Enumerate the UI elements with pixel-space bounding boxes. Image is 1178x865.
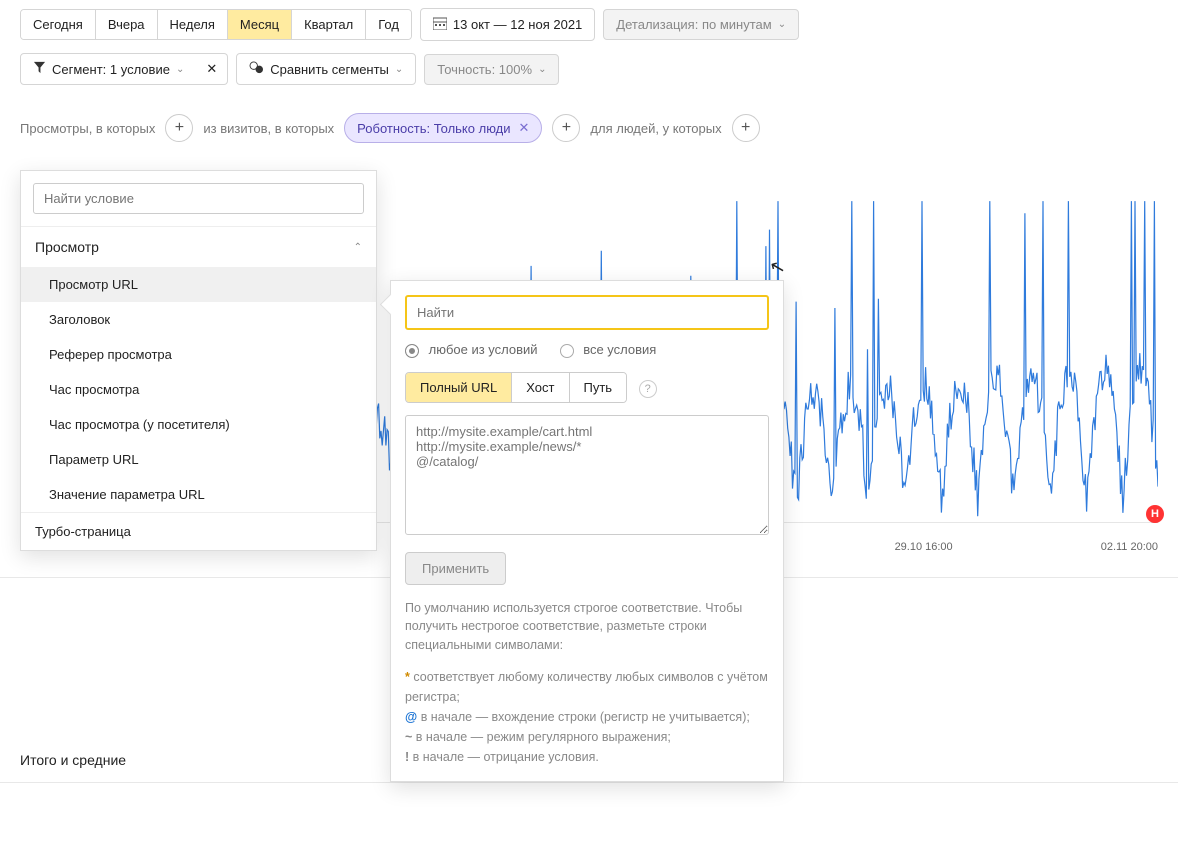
plus-icon: + [175, 119, 184, 137]
holiday-badge[interactable]: Н [1146, 505, 1164, 523]
condition-item-title[interactable]: Заголовок [21, 302, 376, 337]
hint-at: в начале — вхождение строки (регистр не … [421, 710, 750, 724]
compare-segments-button[interactable]: Сравнить сегменты ⌄ [236, 53, 416, 85]
conditions-dropdown-panel: Просмотр ⌃ Просмотр URL Заголовок Рефере… [20, 170, 377, 551]
segment-clear-button[interactable]: ✕ [196, 53, 228, 85]
detalization-dropdown[interactable]: Детализация: по минутам ⌄ [603, 9, 799, 40]
hint-tilde: в начале — режим регулярного выражения; [416, 730, 671, 744]
url-filter-search-input[interactable] [405, 295, 769, 330]
accuracy-dropdown[interactable]: Точность: 100% ⌄ [424, 54, 559, 85]
robotness-chip[interactable]: Роботность: Только люди ✕ [344, 113, 542, 143]
radio-any-condition[interactable]: любое из условий [405, 342, 538, 358]
radio-label: любое из условий [429, 342, 538, 357]
help-icon[interactable]: ? [639, 380, 657, 398]
detalization-label: Детализация: по минутам [616, 17, 771, 32]
apply-button[interactable]: Применить [405, 552, 506, 585]
x-tick: 02.11 20:00 [1101, 541, 1158, 553]
hint-default: По умолчанию используется строгое соотве… [405, 599, 769, 655]
radio-icon [560, 344, 574, 358]
period-yesterday[interactable]: Вчера [96, 10, 158, 39]
period-today[interactable]: Сегодня [21, 10, 96, 39]
url-filter-panel: любое из условий все условия Полный URL … [390, 280, 784, 782]
x-tick: 29.10 16:00 [895, 541, 953, 553]
add-view-condition-button[interactable]: + [165, 114, 193, 142]
segment-label: Сегмент: 1 условие [52, 62, 170, 77]
tab-path[interactable]: Путь [570, 373, 627, 402]
period-week[interactable]: Неделя [158, 10, 228, 39]
radio-all-conditions[interactable]: все условия [560, 342, 657, 358]
totals-label: Итого и средние [20, 752, 126, 768]
chevron-down-icon: ⌄ [778, 19, 786, 30]
radio-label: все условия [583, 342, 656, 357]
date-range-picker[interactable]: 13 окт — 12 ноя 2021 [420, 8, 595, 41]
add-visit-condition-button[interactable]: + [552, 114, 580, 142]
period-month[interactable]: Месяц [228, 10, 292, 39]
date-range-label: 13 окт — 12 ноя 2021 [453, 17, 582, 32]
compare-label: Сравнить сегменты [270, 62, 389, 77]
condition-search-input[interactable] [33, 183, 364, 214]
views-in-which-label: Просмотры, в которых [20, 121, 155, 136]
tab-full-url[interactable]: Полный URL [406, 373, 512, 402]
chevron-down-icon: ⌄ [538, 64, 546, 75]
add-people-condition-button[interactable]: + [732, 114, 760, 142]
condition-item-url-param[interactable]: Параметр URL [21, 442, 376, 477]
chevron-down-icon: ⌄ [176, 64, 184, 75]
condition-item-view-url[interactable]: Просмотр URL [21, 267, 376, 302]
period-year[interactable]: Год [366, 10, 411, 39]
chevron-up-icon: ⌃ [354, 242, 362, 253]
condition-item-turbo[interactable]: Турбо-страница [21, 512, 376, 550]
period-tabs: Сегодня Вчера Неделя Месяц Квартал Год [20, 9, 412, 40]
segment-button[interactable]: Сегмент: 1 условие ⌄ [20, 53, 197, 85]
funnel-icon [33, 61, 46, 77]
for-people-label: для людей, у которых [590, 121, 721, 136]
condition-item-view-hour[interactable]: Час просмотра [21, 372, 376, 407]
hint-bang: в начале — отрицание условия. [413, 750, 599, 764]
condition-item-referer[interactable]: Реферер просмотра [21, 337, 376, 372]
plus-icon: + [562, 119, 571, 137]
compare-icon [249, 61, 264, 77]
condition-item-url-param-value[interactable]: Значение параметра URL [21, 477, 376, 512]
conditions-group-header[interactable]: Просмотр ⌃ [21, 226, 376, 267]
period-quarter[interactable]: Квартал [292, 10, 366, 39]
accuracy-label: Точность: 100% [437, 62, 532, 77]
plus-icon: + [741, 119, 750, 137]
calendar-icon [433, 16, 447, 33]
group-label: Просмотр [35, 239, 99, 255]
chip-remove-icon[interactable]: ✕ [519, 120, 530, 136]
radio-icon [405, 344, 419, 358]
condition-item-view-hour-visitor[interactable]: Час просмотра (у посетителя) [21, 407, 376, 442]
chip-label: Роботность: Только люди [357, 121, 510, 136]
hint-list: * соответствует любому количеству любых … [405, 667, 769, 767]
url-list-textarea[interactable] [405, 415, 769, 535]
close-icon: ✕ [206, 61, 217, 76]
chevron-down-icon: ⌄ [395, 64, 403, 75]
url-type-tabs: Полный URL Хост Путь [405, 372, 627, 403]
hint-star: соответствует любому количеству любых си… [405, 670, 768, 704]
from-visits-label: из визитов, в которых [203, 121, 334, 136]
tab-host[interactable]: Хост [512, 373, 569, 402]
